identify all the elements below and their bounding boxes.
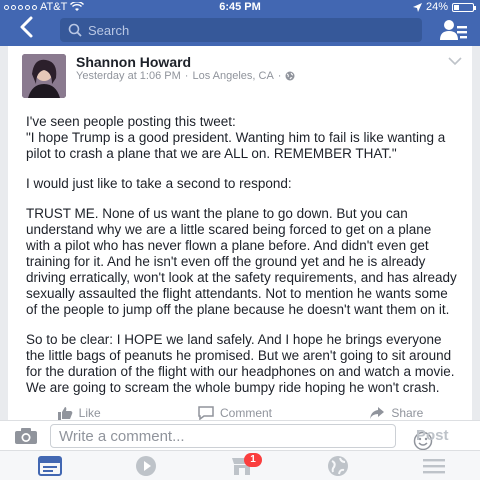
tab-marketplace[interactable]: 1: [228, 453, 262, 477]
thumbs-up-icon: [57, 407, 72, 420]
search-bar[interactable]: [60, 18, 422, 42]
top-bar: AT&T 6:45 PM 24%: [0, 0, 480, 46]
video-play-icon: [136, 456, 156, 476]
hamburger-menu-icon: [423, 459, 445, 474]
comment-label: Comment: [219, 406, 272, 420]
post-meta: Yesterday at 1:06 PM · Los Angeles, CA ·: [76, 70, 295, 82]
post-paragraph: So to be clear: I HOPE we land safely. A…: [26, 332, 455, 395]
like-label: Like: [78, 406, 101, 420]
avatar[interactable]: [22, 54, 66, 98]
location-arrow-icon: [412, 2, 422, 12]
search-icon: [68, 23, 82, 37]
comment-placeholder: Write a comment...: [59, 427, 185, 445]
battery-percent: 24%: [425, 1, 448, 13]
search-input[interactable]: [88, 22, 388, 38]
post-paragraph: I've seen people posting this tweet: "I …: [26, 114, 446, 161]
post-paragraph: I would just like to take a second to re…: [26, 176, 292, 191]
post-location[interactable]: Los Angeles, CA: [192, 70, 273, 82]
comment-bar: Write a comment... Post: [0, 420, 480, 451]
post-comment-button[interactable]: Post: [416, 427, 449, 444]
status-bar: AT&T 6:45 PM 24%: [0, 0, 480, 16]
globe-icon: [328, 456, 348, 476]
camera-icon[interactable]: [14, 427, 38, 445]
like-button[interactable]: Like: [57, 400, 101, 420]
post-body: I've seen people posting this tweet: "I …: [26, 114, 458, 410]
battery-icon: [452, 2, 476, 12]
battery-status: 24%: [412, 1, 476, 13]
globe-icon: [285, 71, 295, 81]
profile-photo: [22, 54, 66, 98]
notification-badge: 1: [244, 453, 262, 467]
comment-icon: [198, 406, 214, 420]
comment-button[interactable]: Comment: [198, 400, 272, 420]
friend-requests-icon[interactable]: [438, 18, 468, 42]
chevron-down-icon[interactable]: [448, 56, 462, 66]
back-arrow-icon[interactable]: [14, 14, 40, 40]
facebook-post-screen: AT&T 6:45 PM 24% Search Shannon Howard Y…: [0, 0, 480, 480]
share-icon: [370, 407, 385, 419]
comment-input[interactable]: Write a comment...: [50, 424, 433, 451]
tab-news-feed[interactable]: [36, 455, 64, 477]
post-time[interactable]: Yesterday at 1:06 PM: [76, 70, 181, 82]
separator-dot: ·: [277, 70, 282, 82]
clock: 6:45 PM: [219, 1, 261, 13]
share-label: Share: [391, 406, 424, 420]
post-author[interactable]: Shannon Howard: [76, 54, 191, 70]
separator-dot: ·: [184, 70, 189, 82]
tab-video[interactable]: [132, 455, 160, 477]
post-paragraph: TRUST ME. None of us want the plane to g…: [26, 206, 457, 317]
share-button[interactable]: Share: [369, 400, 423, 420]
tab-bar: 1: [0, 450, 480, 480]
tab-notifications[interactable]: [324, 455, 352, 477]
tab-menu[interactable]: [420, 455, 448, 477]
post-card: Shannon Howard Yesterday at 1:06 PM · Lo…: [8, 46, 472, 420]
news-feed-icon: [38, 456, 62, 476]
post-actions: Like Comment Share: [8, 400, 472, 420]
